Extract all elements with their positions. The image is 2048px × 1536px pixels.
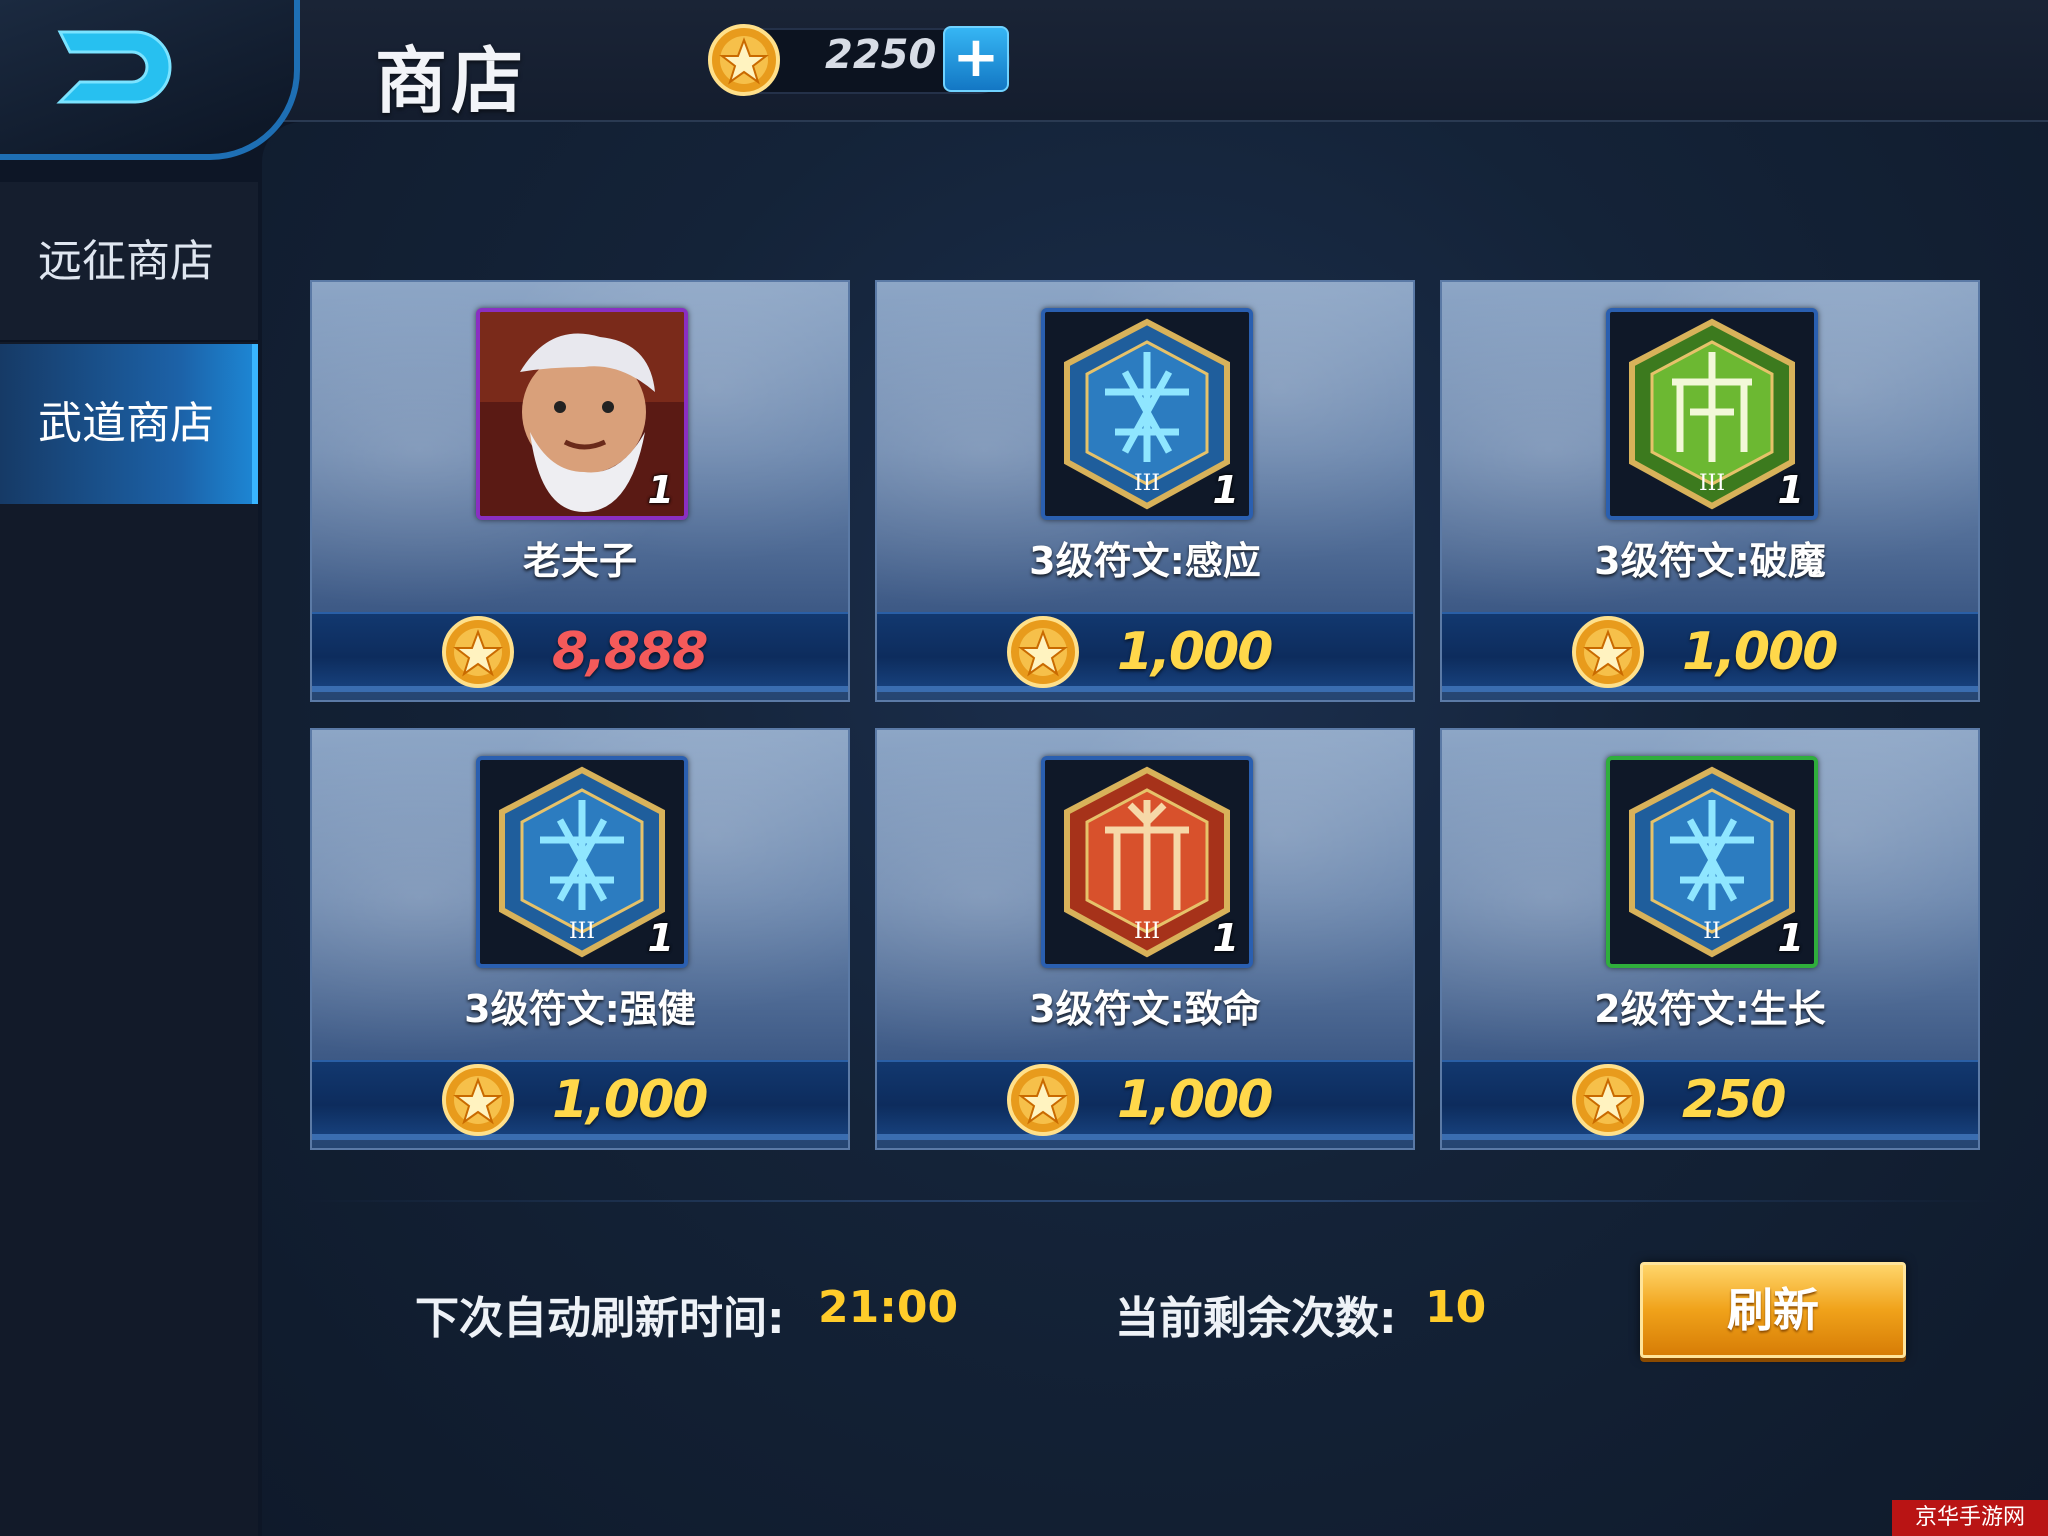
refresh-time-value: 21:00 bbox=[818, 1282, 959, 1333]
item-quantity: 1 bbox=[1212, 916, 1239, 960]
item-price: 1,000 bbox=[1117, 622, 1273, 682]
watermark: 京华手游网 bbox=[1892, 1500, 2048, 1536]
shop-item-card[interactable]: III 1 3级符文:感应 1,000 bbox=[875, 280, 1415, 702]
coin-icon bbox=[708, 24, 780, 96]
item-name: 老夫子 bbox=[522, 539, 637, 583]
add-currency-button[interactable]: + bbox=[943, 26, 1009, 92]
item-icon-frame: II 1 bbox=[1606, 756, 1818, 968]
shop-item-card[interactable]: III 1 3级符文:强健 1,000 bbox=[310, 728, 850, 1150]
svg-text:III: III bbox=[569, 919, 595, 944]
refresh-button[interactable]: 刷新 bbox=[1640, 1262, 1906, 1358]
back-arrow-icon bbox=[56, 30, 172, 104]
coin-icon bbox=[442, 1064, 514, 1136]
item-name: 3级符文:破魔 bbox=[1594, 539, 1826, 583]
item-icon-frame: 1 bbox=[476, 308, 688, 520]
item-price: 250 bbox=[1682, 1070, 1787, 1130]
refresh-time-label: 下次自动刷新时间: bbox=[415, 1293, 785, 1344]
item-price: 1,000 bbox=[1117, 1070, 1273, 1130]
item-icon-frame: III 1 bbox=[1041, 756, 1253, 968]
item-name: 2级符文:生长 bbox=[1594, 987, 1826, 1031]
page-title: 商店 bbox=[375, 39, 528, 123]
item-quantity: 1 bbox=[1212, 468, 1239, 512]
item-price: 8,888 bbox=[552, 622, 708, 682]
coin-icon bbox=[1572, 1064, 1644, 1136]
top-bar: 商店 2250 + bbox=[0, 0, 2048, 160]
item-icon-frame: III 1 bbox=[1606, 308, 1818, 520]
item-price: 1,000 bbox=[552, 1070, 708, 1130]
svg-text:III: III bbox=[1134, 919, 1160, 944]
item-name: 3级符文:感应 bbox=[1029, 539, 1261, 583]
shop-sidebar: 远征商店 武道商店 bbox=[0, 182, 258, 1536]
shop-item-card[interactable]: III 1 3级符文:致命 1,000 bbox=[875, 728, 1415, 1150]
item-icon-frame: III 1 bbox=[476, 756, 688, 968]
item-name: 3级符文:强健 bbox=[464, 987, 696, 1031]
coin-icon bbox=[1007, 1064, 1079, 1136]
item-quantity: 1 bbox=[1777, 468, 1804, 512]
divider bbox=[300, 1200, 2000, 1202]
item-quantity: 1 bbox=[1777, 916, 1804, 960]
svg-text:III: III bbox=[1699, 471, 1725, 496]
shop-item-card[interactable]: II 1 2级符文:生长 250 bbox=[1440, 728, 1980, 1150]
remaining-count-value: 10 bbox=[1425, 1282, 1487, 1333]
item-name: 3级符文:致命 bbox=[1029, 987, 1261, 1031]
shop-item-card[interactable]: III 1 3级符文:破魔 1,000 bbox=[1440, 280, 1980, 702]
svg-text:II: II bbox=[1703, 919, 1720, 944]
remaining-count-label: 当前剩余次数: bbox=[1115, 1293, 1397, 1344]
tab-label: 远征商店 bbox=[38, 236, 214, 287]
shop-item-card[interactable]: 1 老夫子 8,888 bbox=[310, 280, 850, 702]
coin-icon bbox=[442, 616, 514, 688]
coin-icon bbox=[1007, 616, 1079, 688]
tab-expedition-shop[interactable]: 远征商店 bbox=[0, 182, 258, 342]
item-quantity: 1 bbox=[647, 916, 674, 960]
currency-amount: 2250 bbox=[825, 32, 937, 78]
item-price: 1,000 bbox=[1682, 622, 1838, 682]
tab-label: 武道商店 bbox=[38, 398, 214, 449]
item-icon-frame: III 1 bbox=[1041, 308, 1253, 520]
back-button[interactable] bbox=[0, 0, 300, 160]
coin-icon bbox=[1572, 616, 1644, 688]
svg-text:III: III bbox=[1134, 471, 1160, 496]
item-quantity: 1 bbox=[647, 468, 674, 512]
tab-martial-shop[interactable]: 武道商店 bbox=[0, 344, 258, 504]
